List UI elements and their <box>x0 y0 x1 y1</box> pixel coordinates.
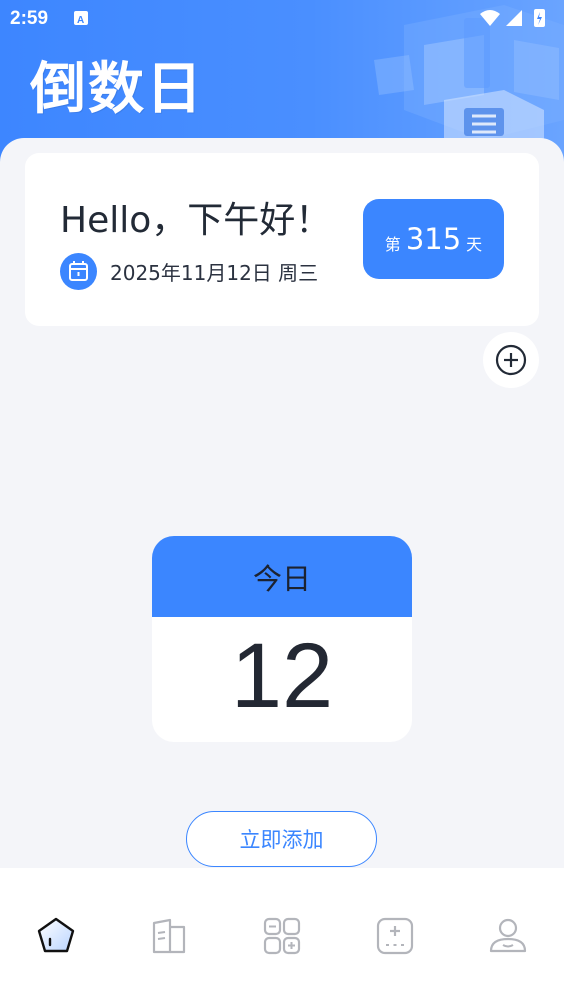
today-calendar-card: 今日 12 <box>152 536 412 742</box>
day-of-year-badge: 第 315 天 <box>363 199 504 279</box>
status-icons <box>480 9 545 27</box>
nav-calculator[interactable] <box>371 912 419 960</box>
grid-tools-icon <box>263 917 301 955</box>
add-event-button[interactable] <box>483 332 539 388</box>
status-time: 2:59 <box>10 8 49 29</box>
nav-home[interactable] <box>32 912 80 960</box>
home-pentagon-icon <box>37 917 75 953</box>
page-title: 倒数日 <box>30 57 204 122</box>
nav-tools[interactable] <box>258 912 306 960</box>
calendar-header: 今日 <box>152 536 412 617</box>
day-prefix: 第 <box>384 235 401 254</box>
day-suffix: 天 <box>466 235 483 254</box>
nav-profile[interactable] <box>484 912 532 960</box>
plus-circle-icon <box>495 344 527 376</box>
book-icon <box>152 918 186 954</box>
notification-a-icon: A <box>74 11 88 26</box>
bottom-nav <box>0 868 564 1002</box>
add-now-button[interactable]: 立即添加 <box>186 811 377 867</box>
greeting-text: Hello，下午好！ <box>60 200 332 241</box>
day-number: 315 <box>405 222 462 256</box>
status-bar: 2:59 A <box>0 0 564 40</box>
greeting-card: Hello，下午好！ 2025年11月12日 周三 第 315 天 <box>25 153 539 326</box>
nav-book[interactable] <box>145 912 193 960</box>
svg-text:A: A <box>77 15 84 26</box>
current-date: 2025年11月12日 周三 <box>110 261 319 285</box>
calculator-icon <box>376 917 414 955</box>
signal-icon <box>506 10 522 26</box>
calendar-day: 12 <box>230 625 334 727</box>
calendar-icon <box>60 253 97 290</box>
profile-icon <box>489 918 527 953</box>
wifi-icon <box>480 10 500 26</box>
